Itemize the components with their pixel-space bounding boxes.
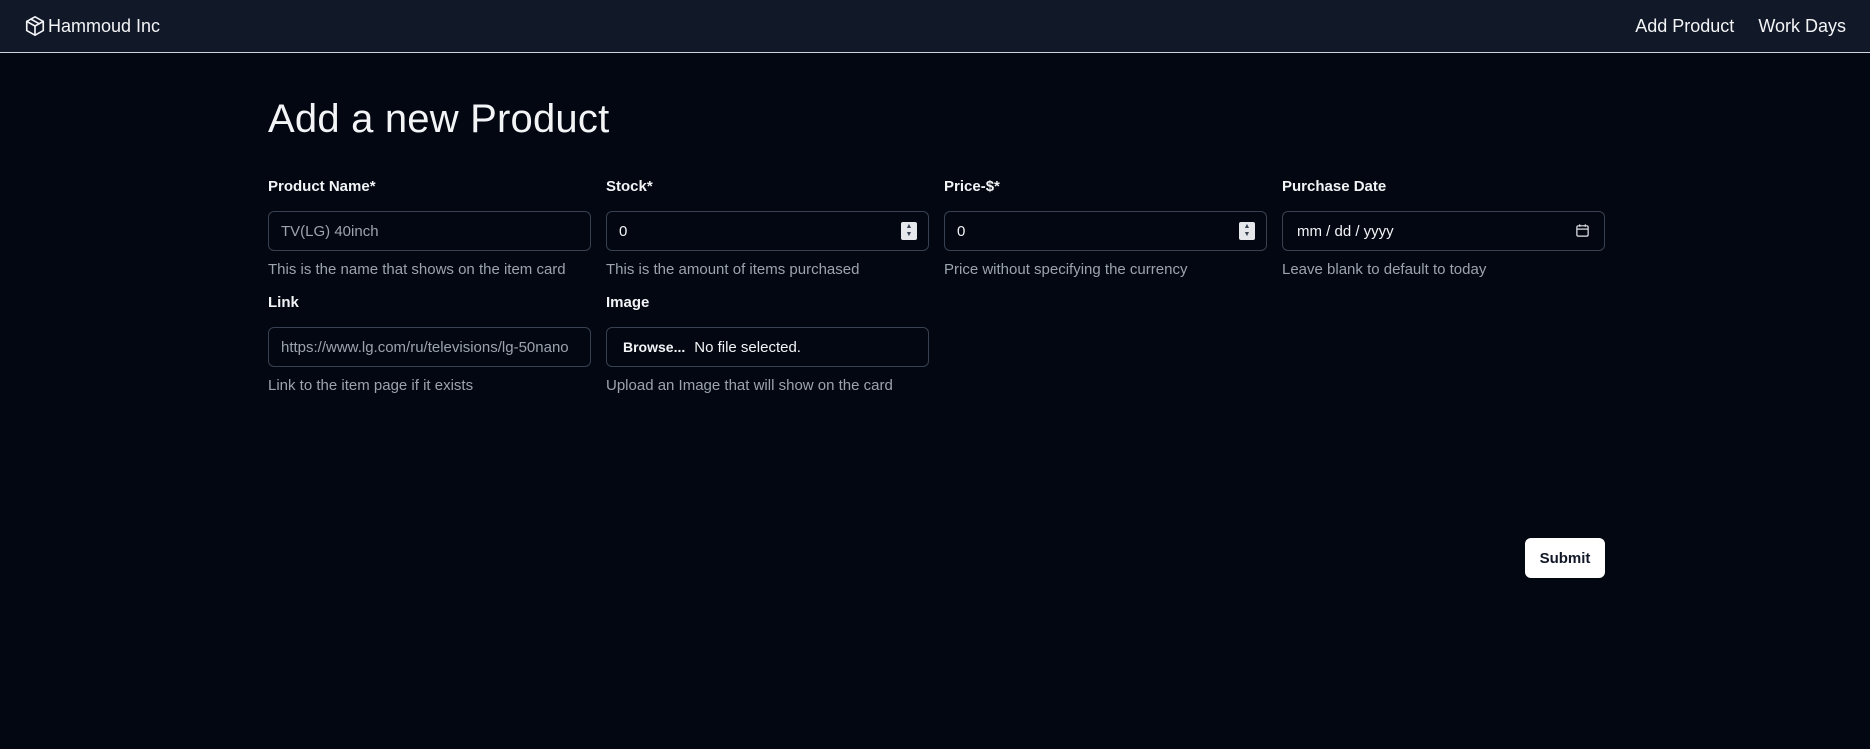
navbar: Hammoud Inc Add Product Work Days [0, 0, 1870, 53]
page-title: Add a new Product [268, 97, 610, 141]
cube-icon [24, 15, 46, 37]
product-name-placeholder: TV(LG) 40inch [281, 222, 379, 240]
price-value: 0 [957, 222, 966, 240]
link-input[interactable]: https://www.lg.com/ru/televisions/lg-50n… [268, 327, 591, 367]
calendar-icon[interactable] [1575, 223, 1590, 242]
stock-field: Stock* 0 ▲ ▼ This is the amount of items … [606, 178, 929, 278]
stock-spinner-icon[interactable]: ▲ ▼ [901, 222, 917, 240]
nav-link-add-product[interactable]: Add Product [1635, 16, 1734, 37]
purchase-date-input[interactable]: mm / dd / yyyy [1282, 211, 1605, 251]
purchase-date-placeholder: mm / dd / yyyy [1297, 222, 1394, 240]
price-label: Price-$* [944, 178, 1000, 195]
link-field: Link https://www.lg.com/ru/televisions/l… [268, 294, 591, 394]
main-content: Add a new Product Product Name* TV(LG) 4… [0, 53, 1870, 748]
browse-button[interactable]: Browse... [623, 339, 685, 355]
price-field: Price-$* 0 ▲ ▼ Price without specifying t… [944, 178, 1267, 278]
stock-value: 0 [619, 222, 628, 240]
image-help: Upload an Image that will show on the ca… [606, 377, 893, 394]
submit-button[interactable]: Submit [1525, 538, 1605, 578]
brand-name: Hammoud Inc [48, 15, 161, 36]
purchase-date-help: Leave blank to default to today [1282, 261, 1487, 278]
product-name-help: This is the name that shows on the item … [268, 261, 566, 278]
stock-input[interactable]: 0 ▲ ▼ [606, 211, 929, 251]
product-name-input[interactable]: TV(LG) 40inch [268, 211, 591, 251]
purchase-date-label: Purchase Date [1282, 178, 1387, 195]
product-name-label: Product Name* [268, 178, 376, 195]
brand[interactable]: Hammoud Inc [24, 15, 160, 37]
nav-links: Add Product Work Days [1635, 16, 1846, 37]
stock-label: Stock* [606, 178, 653, 195]
image-field: Image Browse... No file selected. Upload… [606, 294, 929, 394]
link-placeholder: https://www.lg.com/ru/televisions/lg-50n… [281, 338, 569, 356]
link-label: Link [268, 294, 299, 311]
image-label: Image [606, 294, 650, 311]
link-help: Link to the item page if it exists [268, 377, 474, 394]
nav-link-work-days[interactable]: Work Days [1758, 16, 1846, 37]
price-input[interactable]: 0 ▲ ▼ [944, 211, 1267, 251]
image-file-input[interactable]: Browse... No file selected. [606, 327, 929, 367]
price-spinner-icon[interactable]: ▲ ▼ [1239, 222, 1255, 240]
purchase-date-field: Purchase Date mm / dd / yyyy Leave blank… [1282, 178, 1605, 278]
price-help: Price without specifying the currency [944, 261, 1188, 278]
product-name-field: Product Name* TV(LG) 40inch This is the … [268, 178, 591, 278]
file-status: No file selected. [694, 338, 801, 356]
stock-help: This is the amount of items purchased [606, 261, 860, 278]
